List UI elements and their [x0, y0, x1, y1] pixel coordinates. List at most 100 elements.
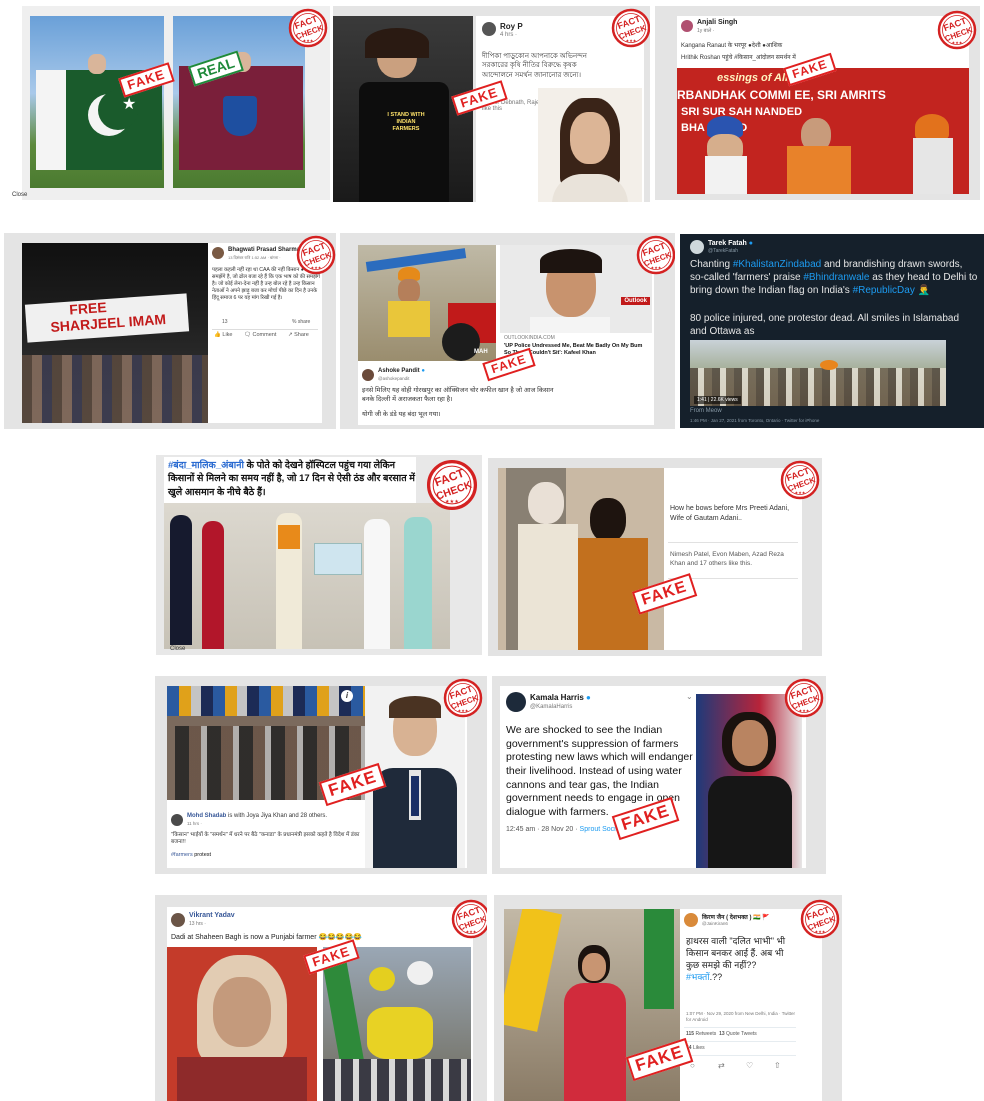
link-source: OUTLOOKINDIA.COM: [504, 335, 555, 341]
tweet-text-2: योगी जी के डंडे यह बंदा भूल गया।: [362, 411, 441, 418]
hashtag[interactable]: #farmers protest: [171, 852, 211, 858]
verified-icon: ●: [586, 693, 591, 702]
comment-icon: 🗨: [244, 332, 253, 338]
fact-check-icon: [784, 678, 824, 718]
author-name: Roy P: [500, 22, 523, 31]
retweet-icon[interactable]: ⇄: [718, 1061, 725, 1070]
banner-text-2: SHARJEEL IMAM: [49, 310, 167, 335]
tractor-brand: MAH: [474, 349, 488, 355]
post-text: "किसान" भाईयों के "समर्थन" में धरने पर ब…: [171, 832, 360, 846]
video-thumbnail[interactable]: 1:41 | 22.6K views: [690, 340, 946, 406]
fact-check-icon: [780, 460, 820, 500]
tweet-kamala: Kamala Harris ● @KamalaHarris We are sho…: [500, 686, 806, 868]
photo-pakistan-flag: ★: [30, 16, 164, 188]
likes-line: Nimesh Patel, Evon Maben, Azad Reza Khan…: [670, 551, 784, 568]
tweet-meta: 1:07 PM · Nov 29, 2020 from New Delhi, I…: [686, 1011, 795, 1023]
photo-kamala: [696, 694, 802, 868]
photo-west-indies-flag: [173, 16, 305, 188]
post-time: 4 hrs ·: [500, 32, 518, 38]
card-flag-fake: ★ FAKE REAL: [22, 6, 330, 200]
author-handle: @KamalaHarris: [530, 704, 573, 710]
verified-icon: ●: [421, 368, 425, 374]
view-count: 1:41 | 22.6K views: [694, 396, 741, 404]
author-line: Mohd Shadab is with Joya Jiya Khan and 2…: [187, 813, 328, 819]
author-name: Kamala Harris ●: [530, 693, 591, 702]
like-icon[interactable]: ♡: [746, 1061, 753, 1070]
fact-check-icon: [451, 899, 487, 939]
photo-hospital-visit: [164, 503, 450, 649]
tweet-text: Chanting #KhalistanZindabad and brandish…: [690, 259, 978, 296]
caption-box: #बंदा_मालिक_अंबानी के पोते को देखने हॉस्…: [164, 457, 416, 503]
like-button[interactable]: 👍 Like: [214, 332, 232, 338]
author-handle: @JainKiran6: [702, 921, 728, 926]
avatar: [684, 913, 698, 927]
fb-post-vikrant: Vikrant Yadav 13 hrs · Dadi at Shaheen B…: [167, 907, 473, 1101]
photo-deepika-portrait: [538, 88, 642, 202]
avatar: [681, 20, 693, 32]
tweet-text: इनसे मिलिए यह वोही गोरखपुर का ऑक्सिजन चो…: [362, 387, 554, 403]
tweet-text: हाथरस वाली "दलित भाभी" भी किसान बनकर आई …: [686, 936, 786, 983]
photo-bilkis-dadi: [167, 947, 317, 1101]
author-name: किरण जैन ( देशभक्त ) 🇮🇳 🚩: [702, 915, 770, 921]
post-line-2: Hrithik Roshan पहुंचे #किसान_आंदोलन समर्…: [681, 55, 796, 61]
author-name: Ashoke Pandit ●: [378, 368, 425, 374]
close-label: Close: [12, 192, 28, 198]
close-label: Close: [170, 646, 186, 652]
author-name: Anjali Singh: [697, 19, 738, 26]
post-text: How he bows before Mrs Preeti Adani, Wif…: [670, 505, 790, 522]
card-kafeel: MAH Outlook OUTLOOKINDIA.COM 'UP Police …: [340, 233, 675, 429]
post-time: 1y बाले ·: [697, 28, 715, 34]
engagement-stats: 115 Retweets 13 Quote Tweets: [686, 1031, 757, 1037]
fb-post-shadab: i Mohd Shadab is with Joya Jiya Khan and…: [167, 686, 467, 868]
card-hathras: किरण जैन ( देशभक्त ) 🇮🇳 🚩 @JainKiran6 हा…: [494, 895, 842, 1101]
post-time: 13 hrs ·: [189, 921, 206, 927]
fact-check-icon: [296, 235, 336, 275]
avatar: [212, 247, 224, 259]
share-count: % share: [292, 319, 311, 325]
post-time: 11 hrs ·: [187, 821, 202, 826]
tweet-ashoke: MAH Outlook OUTLOOKINDIA.COM 'UP Police …: [358, 245, 654, 425]
author-name: Tarek Fatah ●: [708, 240, 753, 247]
photo-modi-bow: [498, 468, 664, 650]
photo-tractor: MAH: [358, 245, 496, 361]
card-ambani: #बंदा_मालिक_अंबानी के पोते को देखने हॉस्…: [156, 455, 482, 655]
reaction-count: 13: [222, 319, 228, 325]
fact-check-icon: [288, 8, 328, 48]
avatar: [506, 692, 526, 712]
info-icon[interactable]: i: [341, 690, 353, 702]
avatar: [482, 22, 496, 36]
banner-text-3: SRI SUR SAH NANDED: [681, 106, 803, 118]
author-handle: @ashokepandit: [378, 376, 410, 381]
fact-check-icon: [937, 10, 977, 50]
tweet-tarek-fatah: Tarek Fatah ● @TarekFatah Chanting #Khal…: [680, 234, 984, 428]
card-sharjeel: FREE SHARJEEL IMAM Bhagwati Prasad Sharm…: [4, 233, 336, 429]
comment-button[interactable]: 🗨 Comment: [244, 332, 276, 338]
photo-kafeel: Outlook: [500, 245, 652, 333]
outlook-logo: Outlook: [621, 297, 650, 305]
chevron-down-icon[interactable]: ⌄: [686, 692, 693, 701]
author-name: Bhagwati Prasad Sharma: [228, 247, 301, 253]
banner-text-2: RBANDHAK COMMI EE, SRI AMRITS: [677, 88, 886, 102]
card-trudeau: i Mohd Shadab is with Joya Jiya Khan and…: [155, 676, 487, 874]
video-source: From Meow: [690, 408, 722, 414]
card-hrithik: Anjali Singh 1y बाले · Kangana Ranaut के…: [655, 6, 980, 200]
banner: FREE SHARJEEL IMAM: [24, 293, 190, 343]
card-kamala: Kamala Harris ● @KamalaHarris We are sho…: [492, 676, 826, 874]
post-line-1: Kangana Ranaut के भरपूर ●देशी ●आशिक: [681, 43, 783, 49]
photo-protest-night: FREE SHARJEEL IMAM: [22, 243, 208, 423]
tweet-meta: 1:46 PM · Jan 27, 2021 from Toronto, Ont…: [690, 418, 820, 423]
card-deepika: I STAND WITH INDIAN FARMERS Roy P 4 hrs …: [333, 6, 650, 202]
reply-icon[interactable]: ○: [690, 1061, 695, 1070]
tweet-text-2: 80 police injured, one protestor dead. A…: [690, 313, 960, 337]
photo-hrithik-gurdwara: essings of Almi RBANDHAK COMMI EE, SRI A…: [677, 68, 969, 194]
share-button[interactable]: ↗ Share: [288, 332, 309, 338]
author-handle: @TarekFatah: [708, 248, 739, 254]
card-dadi: Vikrant Yadav 13 hrs · Dadi at Shaheen B…: [155, 895, 487, 1101]
avatar: [690, 240, 704, 254]
share-icon[interactable]: ⇧: [774, 1061, 781, 1070]
fact-check-icon: [443, 678, 483, 718]
fact-check-icon: [636, 235, 675, 275]
post-text: দীপিকা পাড়ুকোন আপনাকে অভিনন্দন সরকারের …: [482, 53, 587, 79]
author-name: Vikrant Yadav: [189, 912, 235, 919]
fact-check-icon: [426, 459, 478, 511]
